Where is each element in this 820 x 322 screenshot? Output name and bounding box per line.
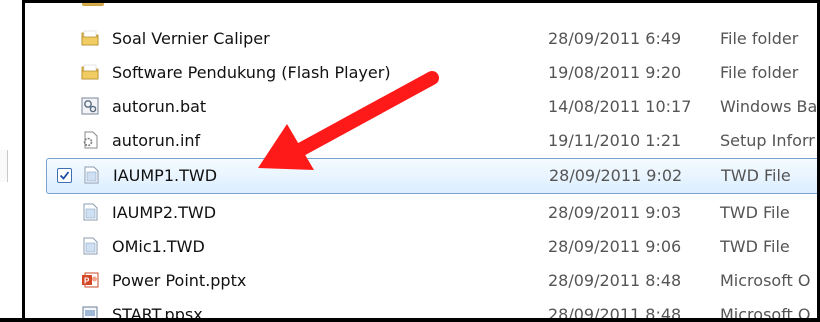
arrow-shaft [293,71,439,157]
annotation-arrow [258,71,439,170]
screenshot-border [22,0,820,13]
screenshot-border [0,318,820,322]
screenshot-border [22,0,25,322]
file-explorer-window: Soal Vernier Caliper 28/09/2011 6:49 Fil… [0,0,820,322]
